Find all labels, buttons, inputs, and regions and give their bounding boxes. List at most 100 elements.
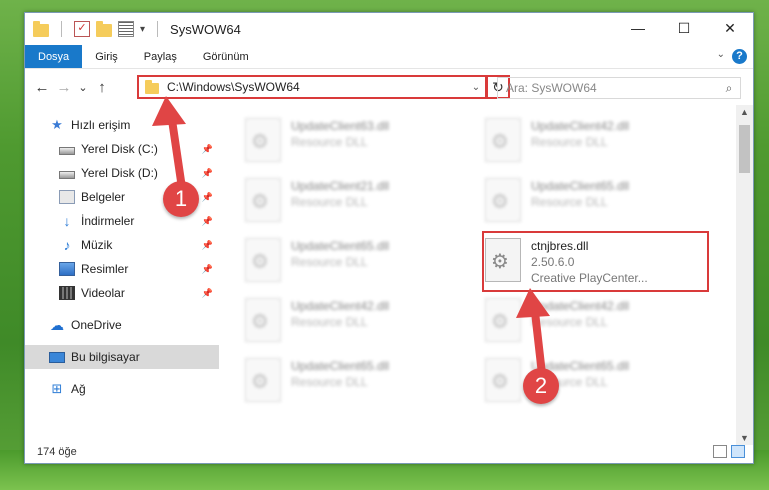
address-bar[interactable]: C:\Windows\SysWOW64 ⌄: [137, 75, 487, 99]
maximize-button[interactable]: ☐: [661, 13, 707, 43]
details-view-icon[interactable]: [713, 445, 727, 458]
new-folder-icon[interactable]: [96, 21, 112, 37]
dll-file-icon: [245, 118, 281, 162]
search-icon: ⌕: [725, 80, 733, 95]
pin-icon[interactable]: 📌: [202, 192, 213, 203]
sidebar-item-label: Bu bilgisayar: [71, 350, 140, 364]
recent-locations-button[interactable]: ⌄: [75, 81, 91, 94]
sidebar-item-label: Belgeler: [81, 190, 126, 204]
dll-file-icon: [485, 118, 521, 162]
sidebar-item-pictures[interactable]: Resimler 📌: [25, 257, 219, 281]
file-description: Resource DLL: [291, 255, 368, 269]
pin-icon[interactable]: 📌: [202, 288, 213, 299]
pin-icon[interactable]: 📌: [202, 264, 213, 275]
file-item[interactable]: UpdateClient42.dll Resource DLL: [485, 295, 715, 347]
sidebar-item-label: OneDrive: [71, 318, 122, 332]
tab-view[interactable]: Görünüm: [190, 45, 262, 68]
file-name: UpdateClient65.dll: [531, 179, 630, 193]
file-name: UpdateClient42.dll: [531, 299, 630, 313]
sidebar-item-local-disk-d[interactable]: Yerel Disk (D:) 📌: [25, 161, 219, 185]
chevron-down-icon[interactable]: ⌄: [467, 82, 485, 93]
dll-file-icon: [245, 178, 281, 222]
sidebar-item-local-disk-c[interactable]: Yerel Disk (C:) 📌: [25, 137, 219, 161]
file-item[interactable]: UpdateClient21.dll Resource DLL: [245, 175, 475, 227]
forward-button[interactable]: →: [53, 79, 75, 96]
scroll-up-icon[interactable]: ▲: [736, 107, 753, 117]
file-item[interactable]: UpdateClient63.dll Resource DLL: [245, 115, 475, 167]
file-item[interactable]: UpdateClient65.dllResource DLL: [245, 355, 475, 407]
search-box[interactable]: Ara: SysWOW64 ⌕: [497, 77, 741, 99]
file-name: UpdateClient42.dll: [291, 299, 390, 313]
sidebar-item-quick-access[interactable]: ★ Hızlı erişim: [25, 113, 219, 137]
file-item[interactable]: UpdateClient65.dll Resource DLL: [245, 235, 475, 287]
folder-icon: [145, 79, 159, 94]
music-icon: ♪: [63, 237, 71, 253]
file-name: UpdateClient42.dll: [531, 119, 630, 133]
view-switcher: [713, 445, 745, 458]
sidebar-item-label: Yerel Disk (C:): [81, 142, 158, 156]
star-icon: ★: [51, 117, 63, 132]
tab-home[interactable]: Giriş: [82, 45, 131, 68]
divider: [61, 21, 62, 37]
close-button[interactable]: ✕: [707, 13, 753, 43]
pin-icon[interactable]: 📌: [202, 168, 213, 179]
address-path[interactable]: C:\Windows\SysWOW64: [167, 80, 467, 94]
sidebar-item-label: Videolar: [81, 286, 125, 300]
file-highlight-box: [482, 231, 709, 292]
file-item[interactable]: UpdateClient42.dll Resource DLL: [245, 295, 475, 347]
computer-icon: [49, 351, 65, 363]
up-button[interactable]: ↑: [91, 79, 113, 96]
properties-check-icon[interactable]: ✓: [74, 21, 90, 37]
navigation-pane: ★ Hızlı erişim Yerel Disk (C:) 📌 Yerel D…: [25, 105, 219, 445]
tab-file[interactable]: Dosya: [25, 45, 83, 68]
help-icon[interactable]: ?: [732, 49, 747, 64]
chevron-down-icon[interactable]: ⌄: [717, 49, 725, 60]
customize-icon[interactable]: [118, 21, 134, 37]
back-button[interactable]: ←: [31, 79, 53, 96]
file-item[interactable]: UpdateClient65.dllResource DLL: [485, 355, 715, 407]
chevron-down-icon[interactable]: ▾: [140, 24, 145, 35]
ribbon-tabs: Dosya Giriş Paylaş Görünüm ⌄ ?: [25, 45, 753, 69]
dll-file-icon: [485, 178, 521, 222]
file-description: Resource DLL: [531, 135, 608, 149]
quick-access-toolbar: ✓ ▾ SysWOW64: [33, 21, 241, 37]
sidebar-item-videos[interactable]: Videolar 📌: [25, 281, 219, 305]
file-description: Resource DLL: [531, 315, 608, 329]
status-bar: 174 öğe: [25, 441, 753, 463]
download-icon: ↓: [63, 213, 71, 229]
vertical-scrollbar[interactable]: ▲ ▼: [736, 105, 753, 445]
file-item[interactable]: UpdateClient65.dllResource DLL: [485, 175, 715, 227]
file-description: Resource DLL: [291, 315, 368, 329]
scrollbar-thumb[interactable]: [739, 125, 750, 173]
dll-file-icon: [485, 298, 521, 342]
tab-share[interactable]: Paylaş: [131, 45, 190, 68]
sidebar-item-network[interactable]: ⊞ Ağ: [25, 377, 219, 401]
sidebar-item-label: Ağ: [71, 382, 86, 396]
pin-icon[interactable]: 📌: [202, 240, 213, 251]
navigation-bar: ← → ⌄ ↑ C:\Windows\SysWOW64 ⌄ ↻ Ara: Sys…: [25, 70, 753, 104]
sidebar-item-label: Müzik: [81, 238, 113, 252]
documents-icon: [59, 190, 75, 204]
dll-file-icon: [485, 358, 521, 402]
dll-file-icon: [245, 298, 281, 342]
sidebar-item-onedrive[interactable]: ☁ OneDrive: [25, 313, 219, 337]
drive-icon: [59, 170, 75, 179]
folder-icon: [33, 21, 49, 37]
title-bar: ✓ ▾ SysWOW64 — ☐ ✕: [25, 13, 753, 45]
search-input[interactable]: Ara: SysWOW64: [506, 81, 718, 95]
tiles-view-icon[interactable]: [731, 445, 745, 458]
sidebar-item-music[interactable]: ♪ Müzik 📌: [25, 233, 219, 257]
file-name: UpdateClient63.dll: [291, 119, 390, 133]
window-controls: — ☐ ✕: [615, 13, 753, 43]
step-2-badge: 2: [523, 368, 559, 404]
sidebar-item-this-pc[interactable]: Bu bilgisayar: [25, 345, 219, 369]
pin-icon[interactable]: 📌: [202, 144, 213, 155]
minimize-button[interactable]: —: [615, 13, 661, 43]
item-count: 174 öğe: [37, 446, 77, 458]
file-name: UpdateClient65.dll: [291, 239, 390, 253]
pin-icon[interactable]: 📌: [202, 216, 213, 227]
sidebar-item-label: Hızlı erişim: [71, 118, 131, 132]
divider: [157, 21, 159, 37]
sidebar-item-label: Resimler: [81, 262, 129, 276]
file-item[interactable]: UpdateClient42.dll Resource DLL: [485, 115, 715, 167]
